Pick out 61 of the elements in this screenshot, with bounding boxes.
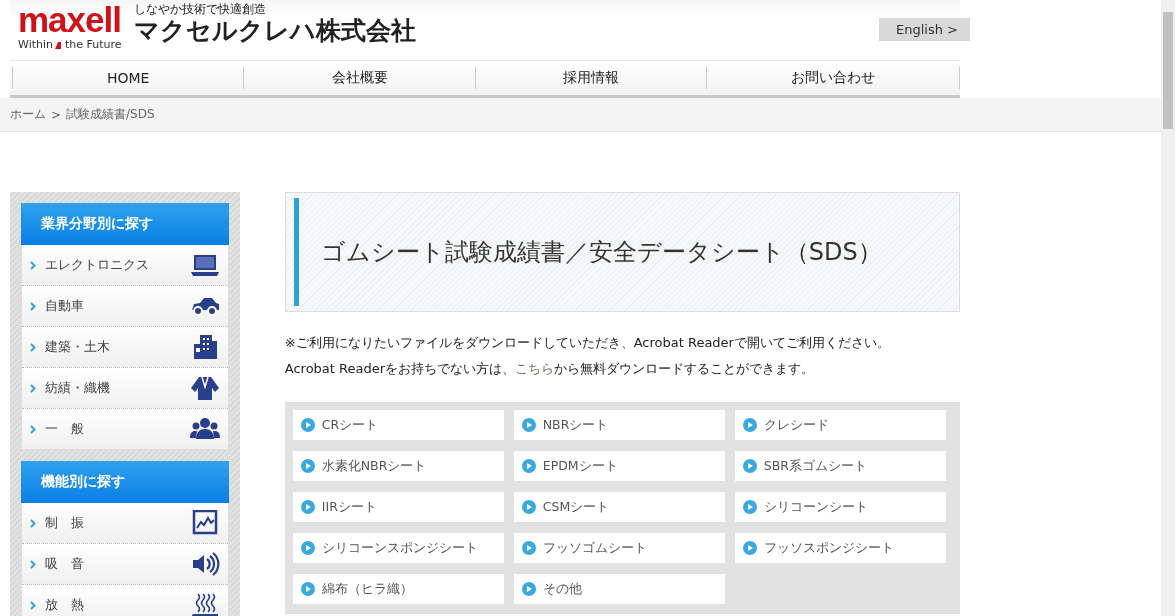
- people-icon: [189, 416, 220, 442]
- english-button[interactable]: English >: [879, 18, 970, 41]
- chevron-icon: [30, 260, 36, 270]
- tagline-text: Within: [18, 38, 53, 51]
- document-link[interactable]: 綿布（ヒラ織）: [292, 574, 504, 604]
- tagline-text: the Future: [65, 38, 122, 51]
- slogan-text: しなやか技術で快適創造: [133, 3, 267, 16]
- play-icon: [300, 541, 315, 555]
- document-link[interactable]: その他: [513, 574, 725, 604]
- play-icon: [521, 582, 536, 596]
- play-icon: [742, 459, 757, 473]
- note-text: Acrobat Readerをお持ちでない方は、: [284, 361, 516, 376]
- play-icon: [742, 541, 757, 555]
- nav-link[interactable]: 採用情報: [474, 67, 707, 89]
- document-link[interactable]: CRシート: [292, 410, 504, 440]
- play-icon: [300, 459, 315, 473]
- page-title: ゴムシート試験成績書／安全データシート（SDS）: [293, 198, 882, 306]
- sidebar-heading: 業界分野別に探す: [21, 203, 229, 245]
- chevron-icon: [30, 559, 36, 569]
- document-link[interactable]: クレシード: [734, 410, 946, 440]
- document-link[interactable]: CSMシート: [513, 492, 725, 522]
- comma-mark-icon: [55, 42, 61, 49]
- breadcrumb-link[interactable]: ホーム: [10, 106, 46, 123]
- chevron-icon: [30, 424, 36, 434]
- chevron-icon: [30, 518, 36, 528]
- play-icon: [300, 582, 315, 596]
- chevron-icon: [30, 342, 36, 352]
- document-link[interactable]: SBR系ゴムシート: [734, 451, 946, 481]
- nav-link[interactable]: HOME: [12, 67, 244, 89]
- document-link[interactable]: 水素化NBRシート: [292, 451, 504, 481]
- play-icon: [300, 418, 315, 432]
- breadcrumb-separator: >: [51, 107, 62, 122]
- document-link[interactable]: フッソスポンジシート: [734, 533, 946, 563]
- play-icon: [521, 418, 536, 432]
- document-link[interactable]: IIRシート: [292, 492, 504, 522]
- company-name: マクセルクレハ株式会社: [133, 16, 416, 46]
- document-link[interactable]: シリコーンスポンジシート: [292, 533, 504, 563]
- chevron-icon: [30, 600, 36, 610]
- jacket-icon: [189, 375, 220, 401]
- note-text: ※ご利用になりたいファイルをダウンロードしていただき、Acrobat Readerで開いてご利用ください。: [284, 334, 891, 352]
- laptop-icon: [189, 252, 220, 278]
- play-icon: [521, 459, 536, 473]
- play-icon: [742, 418, 757, 432]
- brand-logo[interactable]: maxell: [18, 4, 122, 36]
- document-link[interactable]: シリコーンシート: [734, 492, 946, 522]
- play-icon: [742, 500, 757, 514]
- document-link[interactable]: フッソゴムシート: [513, 533, 725, 563]
- play-icon: [521, 500, 536, 514]
- play-icon: [300, 500, 315, 514]
- chevron-icon: [30, 383, 36, 393]
- play-icon: [521, 541, 536, 555]
- heat-icon: [189, 592, 220, 616]
- nav-link[interactable]: お問い合わせ: [706, 67, 960, 89]
- nav-link[interactable]: 会社概要: [243, 67, 475, 89]
- download-link[interactable]: こちら: [515, 361, 555, 376]
- document-link[interactable]: NBRシート: [513, 410, 725, 440]
- breadcrumb-current: 試験成績書/SDS: [66, 106, 155, 123]
- document-link[interactable]: EPDMシート: [513, 451, 725, 481]
- note-text: から無料ダウンロードすることができます。: [554, 361, 815, 376]
- sidebar-heading: 機能別に探す: [21, 461, 229, 503]
- chevron-icon: [30, 301, 36, 311]
